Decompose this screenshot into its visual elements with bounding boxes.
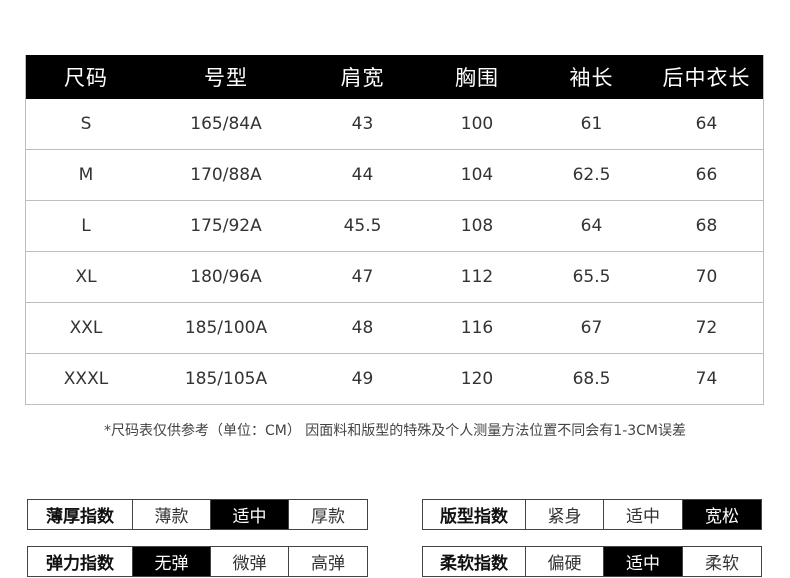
table-cell: 43 [351,114,374,134]
table-cell: 72 [649,302,764,354]
column-header: 肩宽 [305,55,420,99]
index-option-selected: 适中 [603,547,682,576]
table-cell: 64 [695,114,718,134]
table-cell: 62.5 [534,149,649,201]
table-cell: 108 [420,200,534,252]
table-row: S 165/84A 43 100 61 64 [25,99,764,150]
column-header: 后中衣长 [649,55,764,99]
table-cell: 44 [305,149,420,201]
table-cell: 165/84A [190,114,262,134]
table-cell: 61 [580,114,603,134]
table-cell: 74 [649,353,764,404]
table-cell: 120 [420,353,534,404]
thickness-index-row: 薄厚指数 薄款 适中 厚款 [27,499,368,530]
table-cell: 185/105A [147,353,305,404]
fit-index-row: 版型指数 紧身 适中 宽松 [422,499,762,530]
table-cell: 68.5 [534,353,649,404]
table-cell: 180/96A [147,251,305,303]
index-option: 高弹 [288,547,367,576]
table-cell: 66 [649,149,764,201]
table-cell: 48 [305,302,420,354]
column-header: 尺码 [25,55,147,99]
index-option: 适中 [603,500,682,529]
softness-index-row: 柔软指数 偏硬 适中 柔软 [422,546,762,577]
index-option: 柔软 [682,547,761,576]
table-cell: 112 [420,251,534,303]
index-option: 薄款 [132,500,210,529]
table-cell: L [25,200,147,252]
index-option-selected: 无弹 [132,547,210,576]
size-chart-table: 尺码 号型 肩宽 胸围 袖长 后中衣长 S 165/84A 43 100 61 64 M 17… [25,55,764,404]
table-row: L 175/92A 45.5 108 64 68 [25,200,764,252]
column-header: 号型 [147,55,305,99]
table-cell: 116 [420,302,534,354]
table-cell: 47 [305,251,420,303]
table-cell: 70 [649,251,764,303]
table-row: XXL 185/100A 48 116 67 72 [25,302,764,354]
table-cell: S [80,114,92,134]
index-label: 薄厚指数 [46,507,114,527]
table-cell: 100 [460,114,494,134]
index-option: 微弹 [210,547,288,576]
table-cell: XXL [25,302,147,354]
table-cell: 185/100A [147,302,305,354]
table-cell: XXXL [25,353,147,404]
table-cell: M [25,149,147,201]
table-cell: 45.5 [305,200,420,252]
table-cell: 64 [534,200,649,252]
index-label: 弹力指数 [46,554,114,574]
table-cell: 170/88A [147,149,305,201]
index-option: 厚款 [288,500,367,529]
column-header: 胸围 [420,55,534,99]
table-header-row: 尺码 号型 肩宽 胸围 袖长 后中衣长 [25,55,764,99]
index-label: 柔软指数 [440,554,508,574]
table-body: S 165/84A 43 100 61 64 M 170/88A 44 104 62.5 66 L 175… [25,99,764,404]
table-cell: 104 [420,149,534,201]
index-option: 紧身 [525,500,603,529]
table-cell: 175/92A [147,200,305,252]
index-option-selected: 适中 [210,500,288,529]
column-header: 袖长 [534,55,649,99]
table-cell: 68 [649,200,764,252]
elasticity-index-row: 弹力指数 无弹 微弹 高弹 [27,546,368,577]
table-cell: XL [25,251,147,303]
index-label: 版型指数 [440,507,508,527]
size-disclaimer-note: *尺码表仅供参考（单位：CM） 因面料和版型的特殊及个人测量方法位置不同会有1-… [103,423,687,439]
table-cell: 65.5 [534,251,649,303]
table-row: XL 180/96A 47 112 65.5 70 [25,251,764,303]
table-cell: 49 [305,353,420,404]
table-cell: 67 [534,302,649,354]
table-row: M 170/88A 44 104 62.5 66 [25,149,764,201]
table-row: XXXL 185/105A 49 120 68.5 74 [25,353,764,404]
index-option: 偏硬 [525,547,603,576]
index-option-selected: 宽松 [682,500,761,529]
